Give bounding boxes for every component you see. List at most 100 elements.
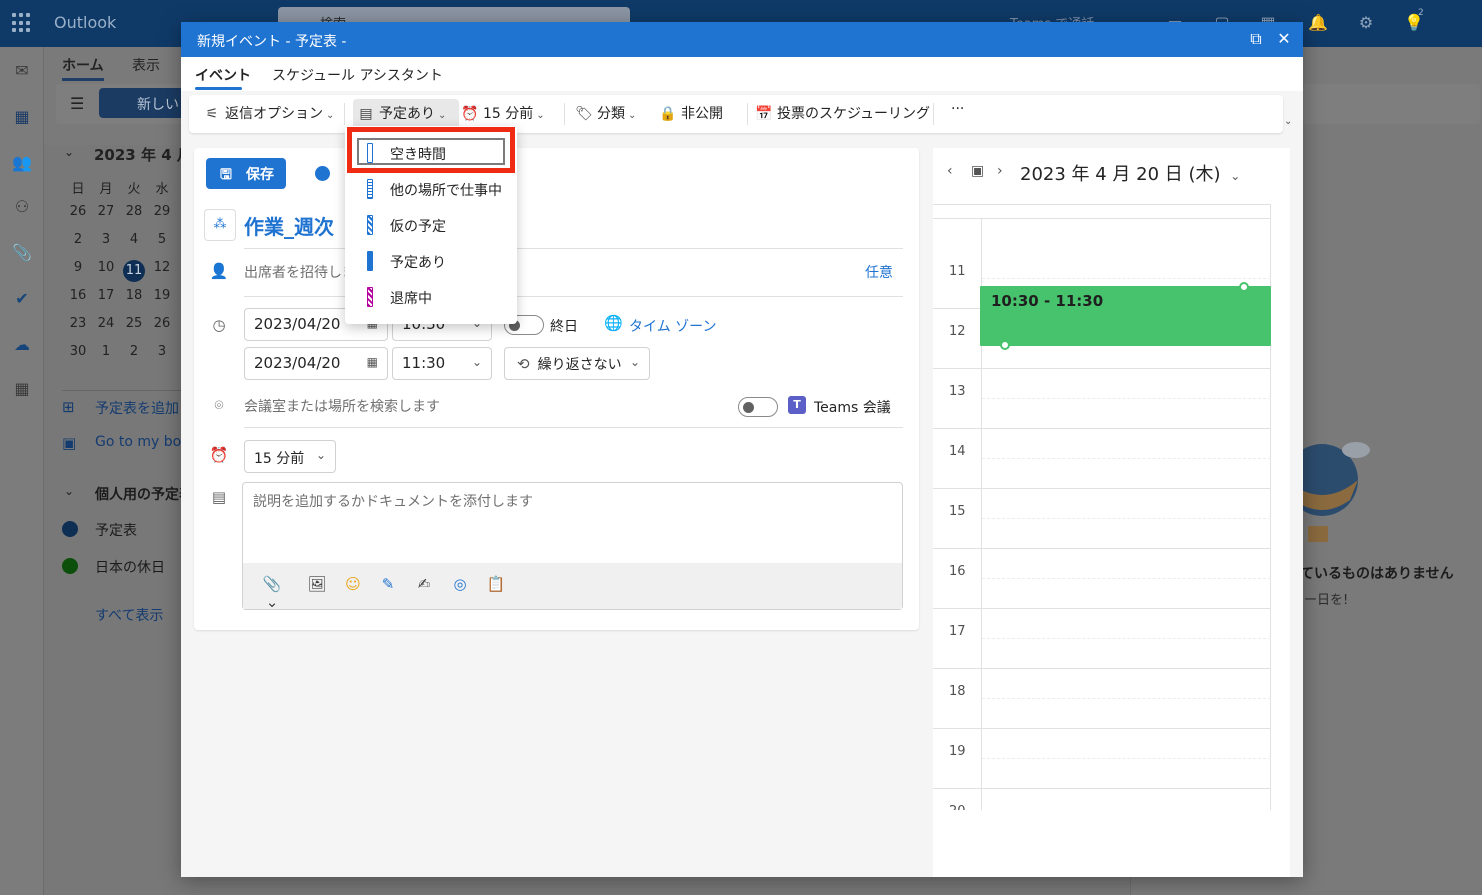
mini-calendar-day[interactable]: 23 <box>64 316 92 331</box>
tab-event[interactable]: イベント <box>195 65 251 85</box>
scheduling-poll-button[interactable]: 📅 投票のスケジューリング <box>755 103 930 123</box>
tab-scheduling-assistant[interactable]: スケジュール アシスタント <box>272 65 443 85</box>
clipboard-icon[interactable]: 📋 <box>485 575 507 597</box>
next-day-icon[interactable]: › <box>997 163 1003 179</box>
mini-calendar-day[interactable]: 18 <box>120 288 148 303</box>
reply-options-button[interactable]: ⚟ 返信オプション ⌄ <box>203 103 335 123</box>
menu-item-busy[interactable]: 予定あり <box>345 243 517 279</box>
apps-icon[interactable]: ▦ <box>12 379 32 399</box>
mini-calendar-day[interactable]: 28 <box>120 204 148 219</box>
mini-calendar-day[interactable]: 3 <box>148 344 176 359</box>
menu-item-tentative[interactable]: 仮の予定 <box>345 207 517 243</box>
tab-view[interactable]: 表示 <box>132 55 160 75</box>
teams-icon: T <box>788 396 806 414</box>
mini-calendar-day[interactable]: 26 <box>148 316 176 331</box>
alarm-clock-icon: ⏰ <box>461 106 479 122</box>
mini-calendar-day[interactable]: 10 <box>92 260 120 275</box>
repeat-value: 繰り返さない <box>537 357 622 373</box>
mini-calendar-day[interactable]: 24 <box>92 316 120 331</box>
mini-calendar-day[interactable]: 17 <box>92 288 120 303</box>
half-hour-line <box>982 278 1271 279</box>
end-date-field[interactable]: 2023/04/20 ▦ <box>244 347 388 380</box>
tab-home[interactable]: ホーム <box>62 55 104 81</box>
menu-item-away[interactable]: 退席中 <box>345 279 517 315</box>
repeat-dropdown[interactable]: ⟲ 繰り返さない ⌄ <box>504 347 650 380</box>
event-block[interactable]: 10:30 - 11:30 <box>980 282 1271 350</box>
teams-meeting-toggle[interactable] <box>738 397 778 417</box>
location-input[interactable]: 会議室または場所を検索します <box>244 396 440 416</box>
attach-icon[interactable]: 📎⌄ <box>257 575 287 611</box>
previous-day-icon[interactable]: ‹ <box>947 163 953 179</box>
holiday-checked-icon[interactable] <box>62 558 78 574</box>
end-time-field[interactable]: 11:30 ⌄ <box>392 347 492 380</box>
mini-calendar-day[interactable]: 16 <box>64 288 92 303</box>
bell-icon[interactable]: 🔔 <box>1308 13 1328 33</box>
mini-calendar-day[interactable]: 11 <box>120 260 148 282</box>
mini-calendar-day[interactable]: 4 <box>120 232 148 247</box>
time-zone-link[interactable]: タイム ゾーン <box>629 316 716 336</box>
calendar-checked-icon[interactable] <box>62 521 78 537</box>
groups-icon[interactable]: ⚇ <box>12 197 32 217</box>
app-launcher-icon[interactable] <box>12 13 32 33</box>
attendees-input[interactable]: 出席者を招待しま <box>244 262 356 282</box>
mini-calendar-day[interactable]: 30 <box>64 344 92 359</box>
group-chevron-icon[interactable]: ⌄ <box>64 484 74 498</box>
calendar-item-default[interactable]: 予定表 <box>95 520 137 540</box>
save-button[interactable]: 🖫 保存 <box>206 158 286 189</box>
category-icon[interactable]: ⁂ <box>204 209 236 241</box>
mini-calendar-day[interactable]: 12 <box>148 260 176 275</box>
mail-icon[interactable]: ✉ <box>12 61 32 81</box>
mini-calendar-day[interactable]: 27 <box>92 204 120 219</box>
attachment-icon[interactable]: 📎 <box>12 243 32 263</box>
mini-calendar-day[interactable]: 3 <box>92 232 120 247</box>
booking-link[interactable]: Go to my boo <box>95 434 190 450</box>
calendar-color-dot[interactable] <box>315 166 330 181</box>
insert-image-icon[interactable]: 🖼 <box>306 575 328 597</box>
calendar-picker-icon[interactable]: ▦ <box>367 355 378 369</box>
optional-attendees-link[interactable]: 任意 <box>865 262 893 282</box>
menu-item-working-elsewhere[interactable]: 他の場所で仕事中 <box>345 171 517 207</box>
calendar-item-holidays[interactable]: 日本の休日 <box>95 557 165 577</box>
close-icon[interactable]: ✕ <box>1274 29 1294 49</box>
event-title-input[interactable]: 作業_週次 <box>244 211 334 240</box>
resize-handle-top[interactable] <box>1239 282 1249 292</box>
mini-calendar-day[interactable]: 9 <box>64 260 92 275</box>
hamburger-icon[interactable]: ☰ <box>70 94 84 113</box>
mini-calendar-day[interactable]: 2 <box>120 344 148 359</box>
onedrive-icon[interactable]: ☁ <box>12 335 32 355</box>
format-shapes-icon[interactable]: ✎ <box>377 575 399 597</box>
reminder-dropdown[interactable]: 15 分前 ⌄ <box>244 440 336 473</box>
calendar-group-title[interactable]: 個人用の予定表 <box>95 484 193 504</box>
popout-icon[interactable]: ⧉ <box>1246 29 1266 49</box>
expand-toolbar-chevron-icon[interactable]: ⌄ <box>1284 116 1292 127</box>
mini-calendar-day[interactable]: 26 <box>64 204 92 219</box>
mini-calendar-day[interactable]: 19 <box>148 288 176 303</box>
new-event-button[interactable]: 新しい <box>99 88 189 118</box>
show-as-button[interactable]: ▤ 予定あり ⌄ <box>357 103 446 123</box>
resize-handle-bottom[interactable] <box>1000 340 1010 350</box>
calendar-nav-icon[interactable]: ▦ <box>12 107 32 127</box>
mini-calendar-day[interactable]: 1 <box>92 344 120 359</box>
collapse-chevron-icon[interactable]: ⌄ <box>64 145 74 159</box>
emoji-icon[interactable]: ☺ <box>342 575 364 597</box>
day-grid[interactable]: 11 12 13 14 15 16 17 18 19 20 10:30 - 11:30 <box>933 204 1271 810</box>
loop-icon[interactable]: ◎ <box>449 575 471 597</box>
people-icon[interactable]: 👥 <box>12 153 32 173</box>
mini-calendar-day[interactable]: 2 <box>64 232 92 247</box>
day-view-date-title[interactable]: 2023 年 4 月 20 日 (木) ⌄ <box>1020 160 1240 186</box>
description-editor[interactable]: 説明を追加するかドキュメントを添付します 📎⌄ 🖼 ☺ ✎ ✍ ◎ 📋 <box>242 482 903 611</box>
add-calendar-link[interactable]: 予定表を追加 <box>95 398 179 418</box>
mini-calendar-day[interactable]: 5 <box>148 232 176 247</box>
mini-calendar-day[interactable]: 29 <box>148 204 176 219</box>
mini-calendar-day[interactable]: 25 <box>120 316 148 331</box>
gear-icon[interactable]: ⚙ <box>1356 13 1376 33</box>
show-all-link[interactable]: すべて表示 <box>95 605 163 625</box>
reminder-button[interactable]: ⏰ 15 分前 ⌄ <box>461 103 544 123</box>
today-icon[interactable]: ▣ <box>971 163 984 179</box>
private-button[interactable]: 🔒 非公開 <box>659 103 723 123</box>
signature-icon[interactable]: ✍ <box>413 575 435 597</box>
todo-icon[interactable]: ✔ <box>12 289 32 309</box>
reminder-value: 15 分前 <box>254 451 305 467</box>
more-options-button[interactable]: ··· <box>951 101 964 117</box>
categorize-button[interactable]: 🏷 分類 ⌄ <box>575 103 636 123</box>
